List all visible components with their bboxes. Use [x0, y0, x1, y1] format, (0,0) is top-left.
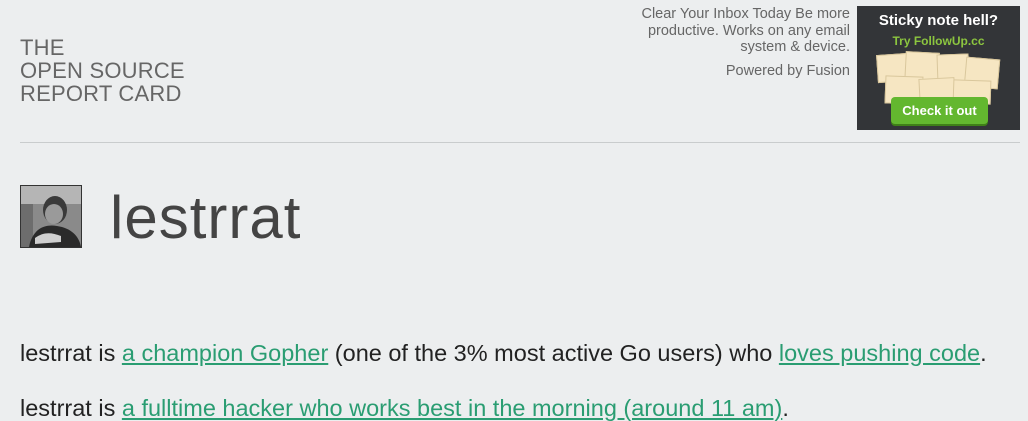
page: THE OPEN SOURCE REPORT CARD Clear Your I… [0, 0, 1028, 421]
header-divider [20, 142, 1020, 143]
site-title-line-1: THE [20, 35, 65, 60]
ad-check-it-out-button[interactable]: Check it out [891, 97, 988, 124]
site-title-link[interactable]: THE OPEN SOURCE REPORT CARD [20, 36, 185, 105]
ad-powered-by-link[interactable]: Powered by Fusion [640, 63, 850, 80]
avatar [20, 185, 82, 248]
site-title-line-3: REPORT CARD [20, 81, 182, 106]
site-title-line-2: OPEN SOURCE [20, 58, 185, 83]
profile-summary: lestrrat is a champion Gopher (one of th… [20, 326, 1010, 421]
ad-banner-subline: Try FollowUp.cc [892, 34, 985, 48]
summary-text-4: . [782, 394, 789, 421]
ad-banner-headline: Sticky note hell? [878, 12, 999, 29]
summary-text-1: lestrrat is [20, 339, 122, 366]
loves-pushing-code-link[interactable]: loves pushing code [779, 340, 980, 366]
ad-description[interactable]: Clear Your Inbox Today Be more productiv… [640, 6, 850, 56]
summary-text-2: (one of the 3% most active Go users) who [328, 339, 779, 366]
ad-text[interactable]: Clear Your Inbox Today Be more productiv… [640, 6, 850, 79]
avatar-photo [21, 186, 81, 247]
ad-banner[interactable]: Sticky note hell? Try FollowUp.cc Check … [857, 6, 1020, 130]
fulltime-hacker-link[interactable]: a fulltime hacker who works best in the … [122, 395, 782, 421]
champion-gopher-link[interactable]: a champion Gopher [122, 340, 328, 366]
profile-username: lestrrat [110, 184, 302, 251]
